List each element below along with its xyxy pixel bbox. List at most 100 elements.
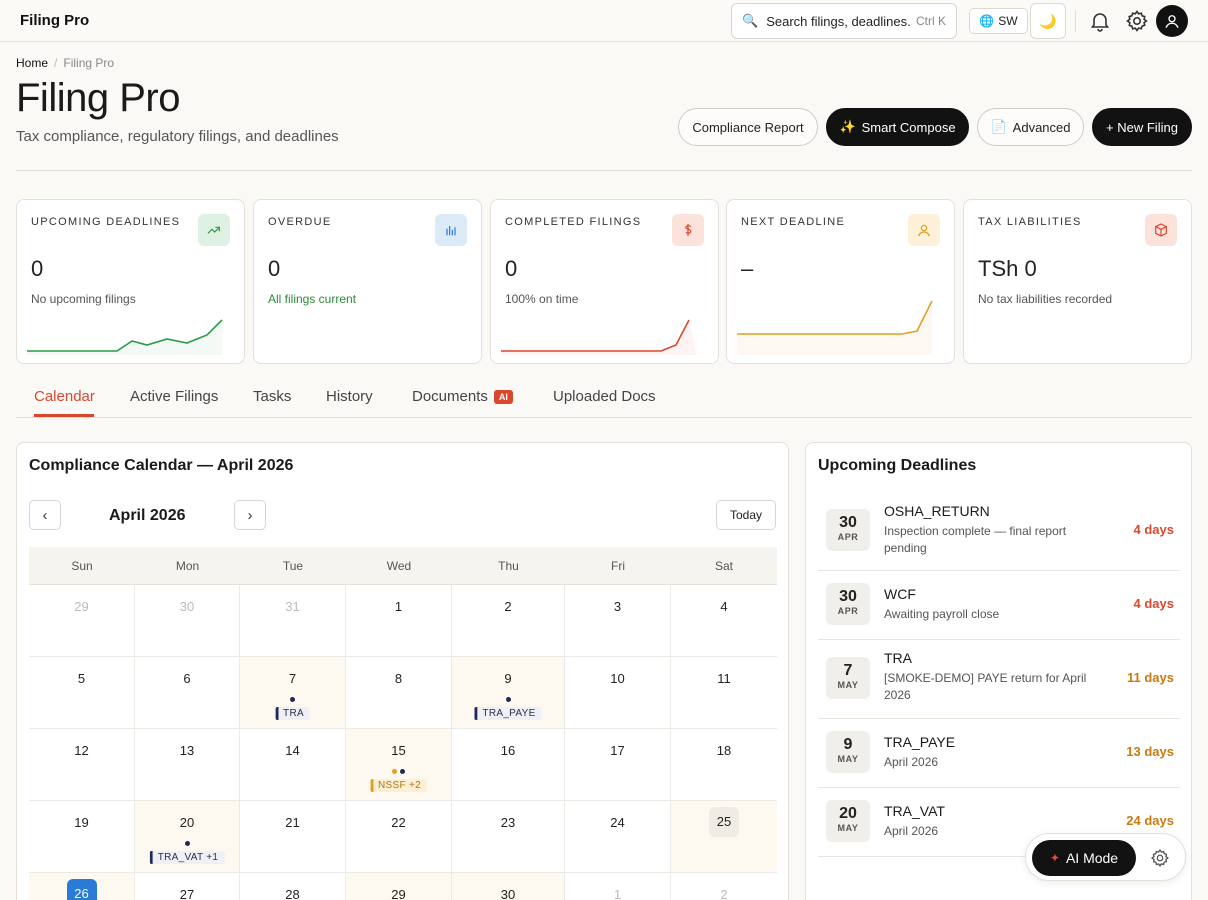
calendar-day[interactable]: 31 bbox=[240, 585, 346, 656]
day-number: 16 bbox=[500, 743, 516, 758]
date-month: May bbox=[837, 823, 859, 833]
calendar-day-today[interactable]: 26 bbox=[29, 873, 135, 900]
day-number: 21 bbox=[285, 815, 300, 830]
calendar-day[interactable]: 19 bbox=[29, 801, 135, 872]
calendar-day[interactable]: 27 bbox=[135, 873, 240, 900]
day-number: 29 bbox=[74, 599, 89, 614]
day-number: 10 bbox=[610, 671, 625, 686]
day-number: 1 bbox=[613, 887, 622, 900]
calendar-day[interactable]: 12 bbox=[29, 729, 135, 800]
language-switcher[interactable]: 🌐 SW bbox=[969, 8, 1028, 34]
tab-label: Documents bbox=[412, 388, 488, 405]
avatar[interactable] bbox=[1156, 5, 1188, 37]
stat-subtext: No upcoming filings bbox=[31, 292, 136, 306]
prev-month-button[interactable]: ‹ bbox=[29, 500, 61, 530]
search-input[interactable]: 🔍 Search filings, deadlines... Ctrl K bbox=[731, 3, 957, 39]
day-number: 26 bbox=[66, 879, 97, 900]
advanced-button[interactable]: 📄 Advanced bbox=[977, 108, 1084, 146]
tab-active-filings[interactable]: Active Filings bbox=[130, 388, 218, 405]
tab-uploaded-docs[interactable]: Uploaded Docs bbox=[553, 388, 656, 405]
tab-history[interactable]: History bbox=[326, 388, 373, 405]
event-dot bbox=[505, 697, 511, 702]
ai-mode-button[interactable]: ✦ AI Mode bbox=[1032, 840, 1136, 876]
calendar-day[interactable]: 30 bbox=[135, 585, 240, 656]
upcoming-deadline-item[interactable]: 7 May TRA [SMOKE-DEMO] PAYE return for Apri… bbox=[818, 640, 1180, 719]
upcoming-deadline-item[interactable]: 30 Apr OSHA_RETURN Inspection complete — fi… bbox=[818, 493, 1180, 571]
bar-chart-icon bbox=[435, 214, 467, 246]
calendar-day[interactable]: 13 bbox=[135, 729, 240, 800]
event-tag[interactable]: TRA_VAT +1 bbox=[149, 851, 225, 864]
gear-icon[interactable] bbox=[1125, 9, 1149, 33]
calendar-day[interactable]: 6 bbox=[135, 657, 240, 728]
event-tag[interactable]: TRA_PAYE bbox=[474, 707, 542, 720]
app-brand[interactable]: Filing Pro bbox=[20, 12, 89, 29]
days-remaining: 11 days bbox=[1127, 670, 1174, 685]
calendar-day[interactable]: 16 bbox=[452, 729, 565, 800]
weekday-label: Thu bbox=[498, 558, 519, 573]
calendar-day[interactable]: 20 TRA_VAT +1 bbox=[135, 801, 240, 872]
calendar-day[interactable]: 5 bbox=[29, 657, 135, 728]
day-number: 24 bbox=[610, 815, 625, 830]
calendar-day[interactable]: 28 bbox=[240, 873, 346, 900]
theme-toggle-button[interactable]: 🌙 bbox=[1030, 3, 1066, 39]
calendar-day[interactable]: 29 bbox=[346, 873, 452, 900]
tab-documents[interactable]: Documents AI bbox=[412, 388, 513, 405]
upcoming-deadline-item[interactable]: 30 Apr WCF Awaiting payroll close 4 days bbox=[818, 571, 1180, 640]
calendar-day[interactable]: 14 bbox=[240, 729, 346, 800]
calendar-day[interactable]: 10 bbox=[565, 657, 671, 728]
calendar-day[interactable]: 22 bbox=[346, 801, 452, 872]
event-dot bbox=[184, 841, 190, 846]
next-month-button[interactable]: › bbox=[234, 500, 266, 530]
days-remaining: 4 days bbox=[1133, 596, 1174, 611]
calendar-day[interactable]: 11 bbox=[671, 657, 777, 728]
calendar-day[interactable]: 25 bbox=[671, 801, 777, 872]
calendar-day[interactable]: 15 NSSF +2 bbox=[346, 729, 452, 800]
calendar-day[interactable]: 17 bbox=[565, 729, 671, 800]
day-number: 30 bbox=[179, 599, 195, 614]
search-placeholder: Search filings, deadlines... bbox=[766, 13, 912, 29]
day-number: 29 bbox=[391, 887, 406, 900]
today-button[interactable]: Today bbox=[716, 500, 776, 530]
calendar-day[interactable]: 3 bbox=[565, 585, 671, 656]
event-tag[interactable]: NSSF +2 bbox=[370, 779, 427, 792]
completed-filings-card: Completed Filings 0 100% on time bbox=[490, 199, 719, 364]
calendar-day[interactable]: 24 bbox=[565, 801, 671, 872]
dollar-icon bbox=[672, 214, 704, 246]
calendar-day[interactable]: 18 bbox=[671, 729, 777, 800]
upcoming-deadlines-panel: Upcoming Deadlines 30 Apr OSHA_RETURN Inspe… bbox=[805, 442, 1192, 900]
compliance-report-label: Compliance Report bbox=[692, 119, 804, 135]
calendar-day[interactable]: 1 bbox=[565, 873, 671, 900]
breadcrumb-home[interactable]: Home bbox=[16, 56, 48, 70]
date-day: 30 bbox=[839, 588, 857, 605]
event-dots bbox=[135, 841, 239, 846]
smart-compose-button[interactable]: ✨ Smart Compose bbox=[826, 108, 969, 146]
calendar-day[interactable]: 2 bbox=[452, 585, 565, 656]
calendar-day[interactable]: 2 bbox=[671, 873, 777, 900]
bell-icon[interactable] bbox=[1088, 9, 1112, 33]
tab-calendar[interactable]: Calendar bbox=[34, 388, 95, 405]
stat-label: Overdue bbox=[268, 216, 332, 228]
event-tag[interactable]: TRA bbox=[275, 707, 310, 720]
new-filing-label: + New Filing bbox=[1106, 119, 1178, 135]
calendar-day[interactable]: 8 bbox=[346, 657, 452, 728]
date-day: 9 bbox=[843, 736, 853, 753]
calendar-day[interactable]: 23 bbox=[452, 801, 565, 872]
calendar-day[interactable]: 9 TRA_PAYE bbox=[452, 657, 565, 728]
calendar-day[interactable]: 7 TRA bbox=[240, 657, 346, 728]
calendar-week-row: 26 27 28 29 30 1 2 bbox=[29, 873, 777, 900]
moon-icon: 🌙 bbox=[1039, 12, 1057, 29]
calendar-day[interactable]: 30 bbox=[452, 873, 565, 900]
calendar-grid: Sun Mon Tue Wed Thu Fri Sat 29 30 31 1 2 3 4 5 6 7 TRA 8 9 T… bbox=[29, 547, 777, 900]
compliance-report-button[interactable]: Compliance Report bbox=[678, 108, 818, 146]
day-number: 3 bbox=[613, 599, 622, 614]
calendar-day[interactable]: 1 bbox=[346, 585, 452, 656]
weekday-label: Mon bbox=[175, 558, 200, 573]
calendar-day[interactable]: 29 bbox=[29, 585, 135, 656]
top-bar: Filing Pro 🔍 Search filings, deadlines..… bbox=[0, 0, 1208, 42]
calendar-day[interactable]: 4 bbox=[671, 585, 777, 656]
tab-tasks[interactable]: Tasks bbox=[253, 388, 291, 405]
calendar-day[interactable]: 21 bbox=[240, 801, 346, 872]
settings-gear-icon[interactable] bbox=[1150, 848, 1170, 868]
upcoming-deadline-item[interactable]: 9 May TRA_PAYE April 2026 13 days bbox=[818, 719, 1180, 788]
new-filing-button[interactable]: + New Filing bbox=[1092, 108, 1192, 146]
